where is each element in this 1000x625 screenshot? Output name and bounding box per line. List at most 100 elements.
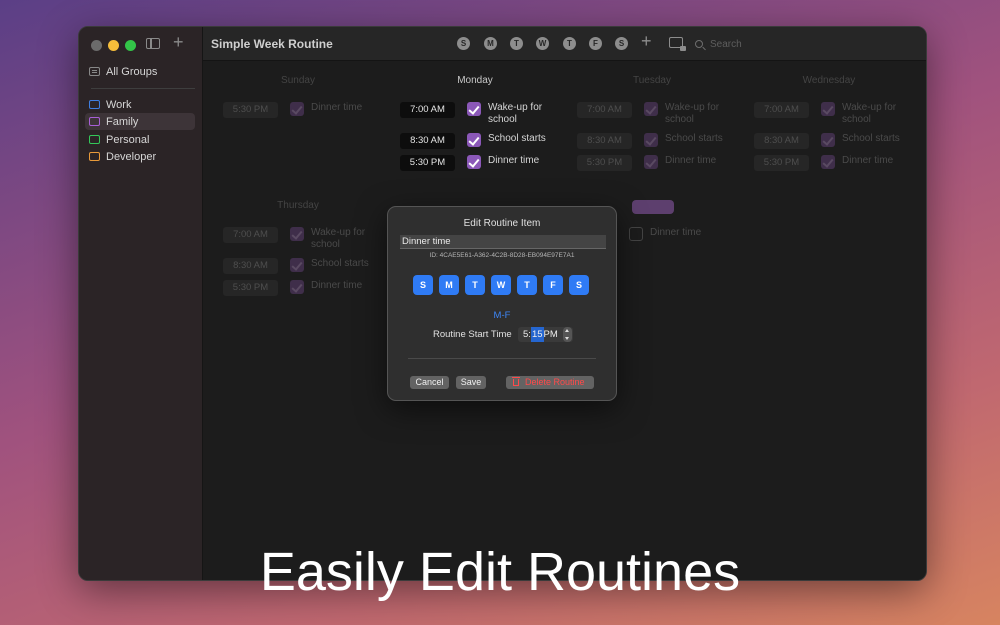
day-selector: S M T W T F S: [413, 275, 589, 295]
sidebar-item-work[interactable]: Work: [85, 96, 195, 113]
item-time: 5:30 PM: [577, 155, 632, 171]
routine-item[interactable]: 8:30 AM School starts: [754, 133, 922, 153]
sidebar-item-personal[interactable]: Personal: [85, 131, 195, 148]
item-time: 7:00 AM: [400, 102, 455, 118]
filter-saturday-button[interactable]: S: [615, 37, 628, 50]
day-toggle-monday[interactable]: M: [439, 275, 459, 295]
sidebar-item-all-groups[interactable]: All Groups: [85, 63, 195, 80]
routine-item[interactable]: 7:00 AM Wake-up for school: [577, 102, 745, 125]
day-heading: Thursday: [277, 200, 319, 211]
day-toggle-tuesday[interactable]: T: [465, 275, 485, 295]
day-toggle-sunday[interactable]: S: [413, 275, 433, 295]
checkbox-icon[interactable]: [629, 227, 643, 241]
sidebar-item-label: Family: [106, 115, 139, 128]
add-group-icon[interactable]: +: [173, 32, 184, 53]
add-routine-icon[interactable]: +: [641, 31, 652, 52]
time-stepper[interactable]: [563, 327, 572, 342]
filter-friday-button[interactable]: F: [589, 37, 602, 50]
day-heading-badge: [632, 200, 674, 214]
sidebar-item-developer[interactable]: Developer: [85, 148, 195, 165]
item-label: Dinner time: [311, 102, 363, 113]
routine-name-field[interactable]: Dinner time: [400, 235, 606, 249]
calendar-icon: [89, 117, 100, 126]
checkbox-icon[interactable]: [821, 102, 835, 116]
time-minute[interactable]: 15: [530, 327, 544, 342]
display-mode-icon[interactable]: [669, 37, 686, 51]
checkbox-icon[interactable]: [821, 133, 835, 147]
trash-icon: [512, 377, 520, 386]
sidebar-item-label: All Groups: [106, 65, 158, 78]
window-title: Simple Week Routine: [211, 37, 333, 51]
search-field[interactable]: Search: [695, 36, 925, 52]
routine-id: ID: 4CAE5E61-A362-4C2B-8D28-EB094E97E7A1: [429, 252, 575, 259]
item-time: 5:30 PM: [223, 102, 278, 118]
filter-sunday-button[interactable]: S: [457, 37, 470, 50]
routine-item[interactable]: 7:00 AM Wake-up for school: [400, 102, 568, 125]
time-ampm[interactable]: PM: [544, 327, 558, 342]
checkbox-icon[interactable]: [290, 227, 304, 241]
routine-item[interactable]: 5:30 PM Dinner time: [400, 155, 568, 175]
item-label: Wake-up for school: [842, 102, 897, 125]
filter-wednesday-button[interactable]: W: [536, 37, 549, 50]
checkbox-icon[interactable]: [290, 258, 304, 272]
day-toggle-saturday[interactable]: S: [569, 275, 589, 295]
checkbox-icon[interactable]: [290, 280, 304, 294]
filter-monday-button[interactable]: M: [484, 37, 497, 50]
zoom-window-button[interactable]: [125, 40, 136, 51]
list-icon: [89, 67, 100, 76]
routine-item[interactable]: 8:30 AM School starts: [577, 133, 745, 153]
sidebar-item-label: Personal: [106, 133, 150, 146]
day-toggle-friday[interactable]: F: [543, 275, 563, 295]
item-label: Wake-up for school: [488, 102, 543, 125]
checkbox-icon[interactable]: [644, 155, 658, 169]
day-heading: Monday: [457, 75, 493, 86]
checkbox-icon[interactable]: [644, 102, 658, 116]
checkbox-icon[interactable]: [467, 133, 481, 147]
routine-item[interactable]: 5:30 PM Dinner time: [223, 280, 391, 300]
item-label: Dinner time: [650, 227, 702, 238]
item-label: Dinner time: [488, 155, 540, 166]
day-toggle-wednesday[interactable]: W: [491, 275, 511, 295]
checkbox-icon[interactable]: [467, 155, 481, 169]
day-column-sunday: Sunday 5:30 PM Dinner time: [213, 75, 383, 118]
calendar-icon: [89, 152, 100, 161]
item-time: 7:00 AM: [577, 102, 632, 118]
checkbox-icon[interactable]: [467, 102, 481, 116]
delete-label: Delete Routine: [525, 377, 585, 387]
day-heading: Sunday: [281, 75, 315, 86]
sidebar-toggle-icon[interactable]: [146, 38, 160, 49]
cancel-button[interactable]: Cancel: [410, 376, 449, 389]
item-time: 5:30 PM: [223, 280, 278, 296]
item-label: School starts: [665, 133, 723, 144]
minimize-window-button[interactable]: [108, 40, 119, 51]
day-toggle-thursday[interactable]: T: [517, 275, 537, 295]
sidebar-divider: [91, 88, 195, 89]
day-column-monday: Monday 7:00 AM Wake-up for school 8:30 A…: [390, 75, 560, 171]
routine-item[interactable]: 5:30 PM Dinner time: [223, 102, 391, 122]
item-time: 7:00 AM: [223, 227, 278, 243]
routine-item[interactable]: 8:30 AM School starts: [223, 258, 391, 278]
close-window-button[interactable]: [91, 40, 102, 51]
filter-tuesday-button[interactable]: T: [510, 37, 523, 50]
sidebar-item-family[interactable]: Family: [85, 113, 195, 130]
delete-routine-button[interactable]: Delete Routine: [506, 376, 594, 389]
item-time: 8:30 AM: [400, 133, 455, 149]
routine-item[interactable]: 5:30 PM Dinner time: [754, 155, 922, 175]
routine-item[interactable]: 5:30 PM Dinner time: [577, 155, 745, 175]
item-label: Dinner time: [311, 280, 363, 291]
routine-item[interactable]: 7:00 AM Wake-up for school: [223, 227, 391, 250]
filter-thursday-button[interactable]: T: [563, 37, 576, 50]
days-summary: M-F: [493, 310, 511, 321]
checkbox-icon[interactable]: [644, 133, 658, 147]
checkbox-icon[interactable]: [821, 155, 835, 169]
item-time: 8:30 AM: [754, 133, 809, 149]
routine-item[interactable]: 7:00 AM Wake-up for school: [754, 102, 922, 125]
day-column-wednesday: Wednesday 7:00 AM Wake-up for school 8:3…: [744, 75, 914, 171]
dialog-title: Edit Routine Item: [463, 218, 541, 229]
routine-item[interactable]: 8:30 AM School starts: [400, 133, 568, 153]
item-time: 7:00 AM: [754, 102, 809, 118]
time-hour[interactable]: 5:: [523, 327, 531, 342]
routine-item[interactable]: Dinner time: [629, 227, 730, 247]
checkbox-icon[interactable]: [290, 102, 304, 116]
save-button[interactable]: Save: [456, 376, 486, 389]
